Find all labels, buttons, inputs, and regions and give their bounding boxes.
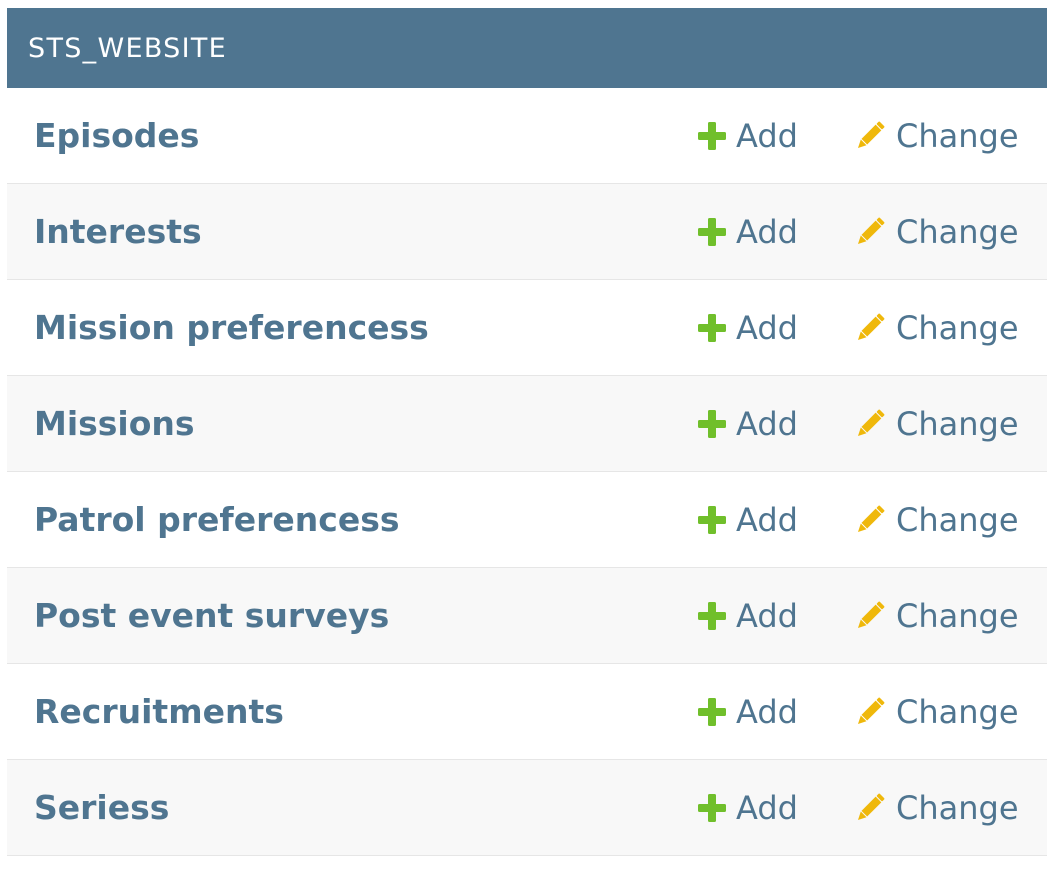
change-label: Change — [896, 308, 1019, 347]
change-link[interactable]: Change — [854, 693, 1041, 731]
add-label: Add — [736, 212, 798, 251]
pencil-icon — [857, 313, 885, 340]
model-row-recruitments: Recruitments Add Change — [7, 664, 1047, 760]
add-link[interactable]: Add — [698, 405, 854, 443]
change-label: Change — [896, 692, 1019, 731]
change-label: Change — [896, 788, 1019, 827]
plus-icon — [698, 697, 726, 726]
change-link[interactable]: Change — [854, 117, 1041, 155]
add-label: Add — [736, 404, 798, 443]
add-link[interactable]: Add — [698, 501, 854, 539]
model-link[interactable]: Seriess — [7, 788, 698, 827]
add-link[interactable]: Add — [698, 117, 854, 155]
change-link[interactable]: Change — [854, 213, 1041, 251]
plus-icon — [698, 793, 726, 822]
add-link[interactable]: Add — [698, 789, 854, 827]
app-module-sts-website: STS_WEBSITE Episodes Add Change Interest… — [7, 8, 1047, 856]
pencil-icon — [857, 409, 885, 436]
change-link[interactable]: Change — [854, 501, 1041, 539]
add-link[interactable]: Add — [698, 309, 854, 347]
model-link[interactable]: Interests — [7, 212, 698, 251]
change-link[interactable]: Change — [854, 597, 1041, 635]
add-label: Add — [736, 116, 798, 155]
change-link[interactable]: Change — [854, 789, 1041, 827]
model-link[interactable]: Missions — [7, 404, 698, 443]
change-label: Change — [896, 212, 1019, 251]
plus-icon — [698, 601, 726, 630]
pencil-icon — [857, 793, 885, 820]
pencil-icon — [857, 217, 885, 244]
add-link[interactable]: Add — [698, 213, 854, 251]
model-row-post-event-surveys: Post event surveys Add Change — [7, 568, 1047, 664]
add-label: Add — [736, 788, 798, 827]
model-row-interests: Interests Add Change — [7, 184, 1047, 280]
change-label: Change — [896, 116, 1019, 155]
add-label: Add — [736, 500, 798, 539]
plus-icon — [698, 409, 726, 438]
change-link[interactable]: Change — [854, 405, 1041, 443]
pencil-icon — [857, 601, 885, 628]
change-label: Change — [896, 596, 1019, 635]
plus-icon — [698, 121, 726, 150]
add-label: Add — [736, 308, 798, 347]
add-link[interactable]: Add — [698, 597, 854, 635]
plus-icon — [698, 313, 726, 342]
pencil-icon — [857, 121, 885, 148]
model-list: Episodes Add Change Interests Add Change… — [7, 88, 1047, 856]
add-label: Add — [736, 692, 798, 731]
model-link[interactable]: Mission preferencess — [7, 308, 698, 347]
module-caption[interactable]: STS_WEBSITE — [7, 8, 1047, 88]
model-row-episodes: Episodes Add Change — [7, 88, 1047, 184]
change-label: Change — [896, 404, 1019, 443]
model-link[interactable]: Patrol preferencess — [7, 500, 698, 539]
model-link[interactable]: Post event surveys — [7, 596, 698, 635]
change-label: Change — [896, 500, 1019, 539]
pencil-icon — [857, 505, 885, 532]
change-link[interactable]: Change — [854, 309, 1041, 347]
model-link[interactable]: Recruitments — [7, 692, 698, 731]
model-row-patrol-preferencess: Patrol preferencess Add Change — [7, 472, 1047, 568]
plus-icon — [698, 505, 726, 534]
pencil-icon — [857, 697, 885, 724]
add-label: Add — [736, 596, 798, 635]
add-link[interactable]: Add — [698, 693, 854, 731]
model-link[interactable]: Episodes — [7, 116, 698, 155]
model-row-missions: Missions Add Change — [7, 376, 1047, 472]
model-row-seriess: Seriess Add Change — [7, 760, 1047, 856]
model-row-mission-preferencess: Mission preferencess Add Change — [7, 280, 1047, 376]
plus-icon — [698, 217, 726, 246]
